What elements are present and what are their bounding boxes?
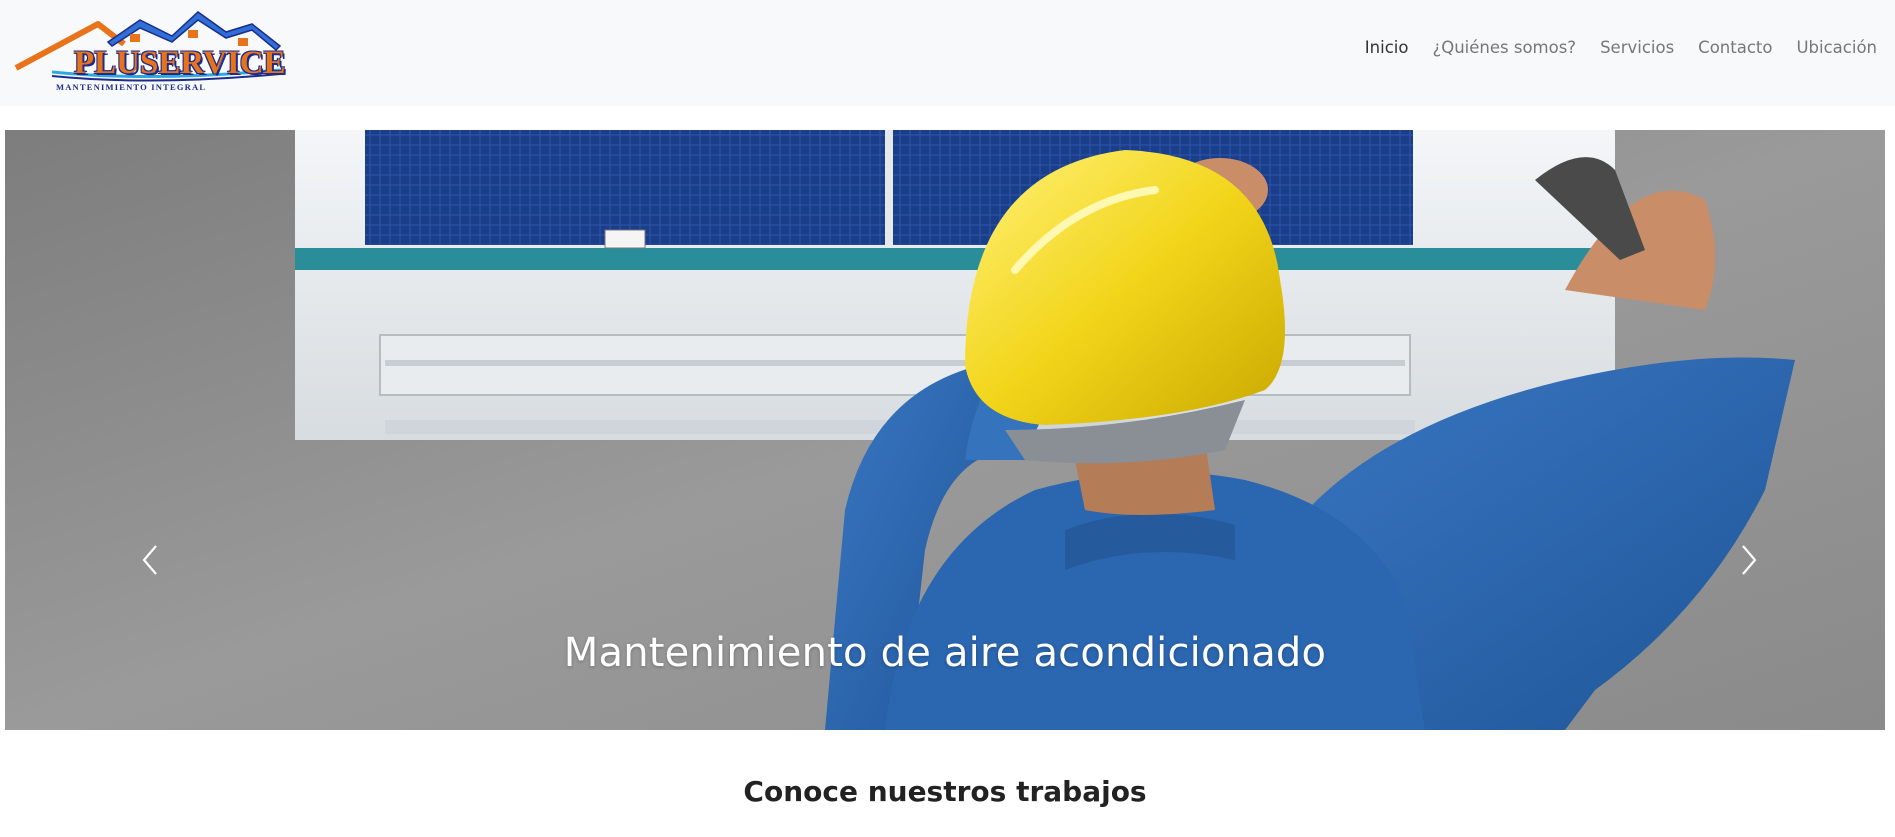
nav-item-inicio[interactable]: Inicio xyxy=(1365,38,1409,57)
chevron-left-icon xyxy=(142,545,157,575)
brand-name: PLUSERVICE xyxy=(74,45,286,81)
main-nav: Inicio ¿Quiénes somos? Servicios Contact… xyxy=(1365,38,1877,57)
carousel-prev-button[interactable] xyxy=(130,530,170,590)
chevron-right-icon xyxy=(1742,545,1757,575)
carousel-caption: Mantenimiento de aire acondicionado xyxy=(563,630,1327,676)
navbar: PLUSERVICE MANTENIMIENTO INTEGRAL Inicio… xyxy=(0,0,1895,106)
section-title: Conoce nuestros trabajos xyxy=(743,775,1147,808)
nav-item-quienes-somos[interactable]: ¿Quiénes somos? xyxy=(1432,38,1576,57)
nav-item-servicios[interactable]: Servicios xyxy=(1600,38,1674,57)
nav-item-ubicacion[interactable]: Ubicación xyxy=(1796,38,1877,57)
nav-item-contacto[interactable]: Contacto xyxy=(1698,38,1772,57)
carousel-next-button[interactable] xyxy=(1729,530,1769,590)
brand-tagline: MANTENIMIENTO INTEGRAL xyxy=(56,82,207,92)
brand-logo[interactable]: PLUSERVICE MANTENIMIENTO INTEGRAL xyxy=(12,10,286,92)
